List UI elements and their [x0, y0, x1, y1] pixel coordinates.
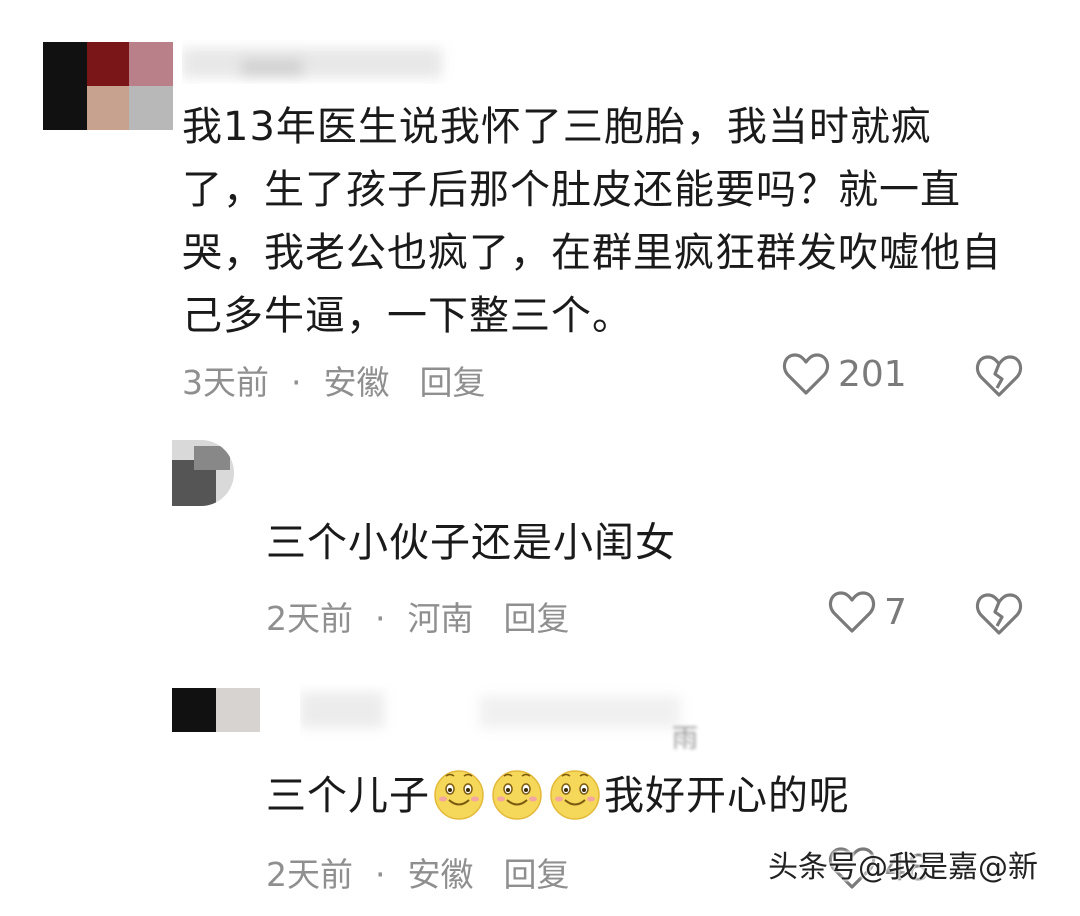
separator: ·: [291, 363, 302, 402]
comment-time: 2天前: [266, 855, 353, 894]
reply-button[interactable]: 回复: [504, 848, 570, 896]
smiling-face-emoji: [434, 770, 484, 820]
like-count: 201: [838, 353, 907, 395]
avatar[interactable]: [43, 42, 173, 130]
dislike-button[interactable]: [975, 592, 1023, 640]
comment-time: 3天前: [182, 363, 269, 402]
separator: ·: [375, 599, 386, 638]
comment-text: 三个儿子 我好开心的呢: [266, 765, 986, 828]
comment-text: 我13年医生说我怀了三胞胎，我当时就疯了，生了孩子后那个肚皮还能要吗？就一直哭，…: [182, 104, 1002, 339]
dislike-button[interactable]: [975, 354, 1023, 402]
separator: ·: [375, 855, 386, 894]
comment-2: 三个小伙子还是小闺女 2天前 · 河南 回复 7: [0, 430, 1080, 680]
comment-text-before: 三个儿子: [266, 773, 430, 819]
smiling-face-emoji: [492, 770, 542, 820]
heart-outline-icon: [782, 353, 830, 395]
like-button[interactable]: 201: [782, 352, 907, 396]
broken-heart-icon: [975, 593, 1023, 635]
comment-location: 安徽: [407, 855, 474, 894]
smiling-face-emoji: [550, 770, 600, 820]
reply-button[interactable]: 回复: [420, 356, 486, 404]
watermark: 头条号@我是嘉@新: [768, 850, 1038, 885]
comment-text-after: 我好开心的呢: [604, 773, 850, 819]
comment-text: 三个小伙子还是小闺女: [266, 520, 676, 566]
username-fragment: 雨: [672, 724, 699, 754]
comment-time: 2天前: [266, 599, 353, 638]
username-blurred[interactable]: [182, 40, 462, 84]
comment-meta: 2天前 · 河南 回复: [266, 592, 570, 640]
comment-location: 安徽: [323, 363, 390, 402]
broken-heart-icon: [975, 355, 1023, 397]
comment-meta: 3天前 · 安徽 回复: [182, 356, 486, 404]
comment-location: 河南: [407, 599, 474, 638]
avatar[interactable]: [172, 440, 234, 506]
comment-meta: 2天前 · 安徽 回复: [266, 848, 570, 896]
heart-outline-icon: [828, 591, 876, 633]
comment-1: 我13年医生说我怀了三胞胎，我当时就疯了，生了孩子后那个肚皮还能要吗？就一直哭，…: [0, 0, 1080, 430]
like-count: 7: [884, 591, 907, 633]
avatar[interactable]: [172, 688, 260, 732]
reply-button[interactable]: 回复: [504, 592, 570, 640]
like-button[interactable]: 7: [828, 590, 907, 634]
username-blurred[interactable]: 雨: [300, 684, 720, 754]
